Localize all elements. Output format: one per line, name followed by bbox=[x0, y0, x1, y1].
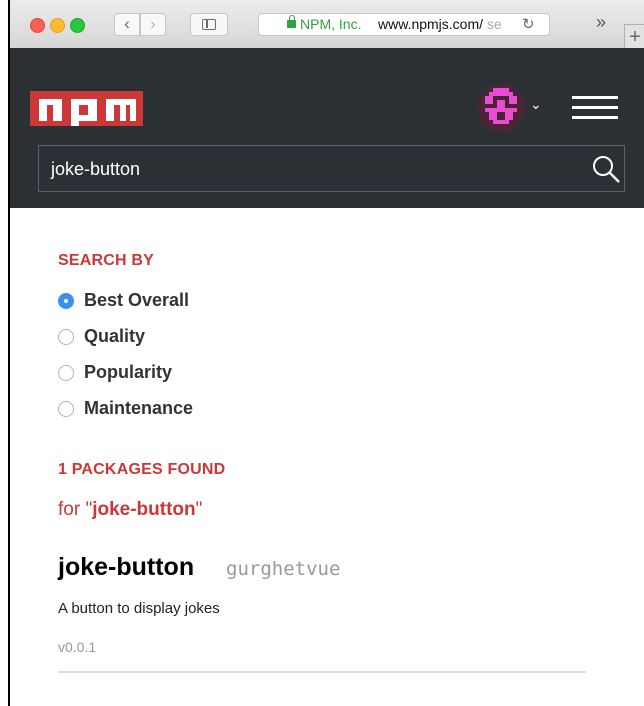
results-for-prefix: for " bbox=[58, 499, 93, 520]
hamburger-line bbox=[572, 106, 618, 109]
certificate-label: NPM, Inc. bbox=[300, 16, 362, 32]
hamburger-icon bbox=[572, 96, 618, 99]
radio-button[interactable] bbox=[58, 293, 74, 309]
results-count: 1 PACKAGES FOUND bbox=[58, 461, 226, 478]
address-bar[interactable]: NPM, Inc. www.npmjs.com/ se ↻ bbox=[258, 13, 550, 36]
npm-header: ⌄ joke-button bbox=[10, 48, 644, 208]
search-input-value: joke-button bbox=[51, 159, 141, 179]
menu-button[interactable] bbox=[572, 96, 618, 120]
package-name-link[interactable]: joke-button bbox=[58, 553, 194, 582]
url-path: se bbox=[487, 16, 502, 32]
chevron-down-icon[interactable]: ⌄ bbox=[530, 96, 542, 113]
results-query: joke-button bbox=[92, 499, 196, 520]
results-for-suffix: " bbox=[195, 499, 203, 520]
radio-button[interactable] bbox=[58, 401, 74, 417]
npm-logo[interactable] bbox=[30, 91, 143, 126]
identicon-icon bbox=[477, 84, 525, 132]
hamburger-line bbox=[572, 116, 618, 119]
zoom-window-button[interactable] bbox=[70, 18, 85, 33]
forward-button[interactable]: › bbox=[140, 13, 166, 36]
reload-icon[interactable]: ↻ bbox=[522, 14, 535, 35]
url-host: www.npmjs.com/ bbox=[378, 16, 484, 32]
lock-icon bbox=[287, 15, 296, 28]
results-query-line: for "joke-button" bbox=[58, 499, 202, 521]
radio-button[interactable] bbox=[58, 329, 74, 345]
minimize-window-button[interactable] bbox=[50, 18, 65, 33]
divider bbox=[58, 671, 586, 673]
search-by-heading: SEARCH BY bbox=[58, 252, 155, 269]
package-description: A button to display jokes bbox=[58, 600, 220, 617]
search-option-label: Maintenance bbox=[84, 398, 194, 418]
new-tab-button[interactable]: + bbox=[624, 24, 644, 50]
user-avatar[interactable] bbox=[477, 84, 525, 132]
package-version: v0.0.1 bbox=[58, 639, 97, 655]
search-icon[interactable] bbox=[591, 154, 621, 184]
search-option-label: Best Overall bbox=[84, 290, 190, 310]
close-window-button[interactable] bbox=[30, 18, 45, 33]
package-author-link[interactable]: gurghetvue bbox=[226, 558, 340, 580]
search-results-page: SEARCH BY Best Overall Quality Popularit… bbox=[10, 208, 644, 706]
more-toolbar-button[interactable]: » bbox=[596, 12, 606, 33]
search-input[interactable]: joke-button bbox=[38, 145, 625, 192]
back-button[interactable]: ‹ bbox=[114, 13, 140, 36]
radio-button[interactable] bbox=[58, 365, 74, 381]
search-option-label: Popularity bbox=[84, 362, 173, 382]
search-option-label: Quality bbox=[84, 326, 146, 346]
sidebar-icon bbox=[202, 19, 216, 30]
browser-window: ‹ › NPM, Inc. www.npmjs.com/ se ↻ » + ⌄ … bbox=[8, 0, 644, 706]
sidebar-toggle-button[interactable] bbox=[190, 13, 228, 36]
browser-toolbar: ‹ › NPM, Inc. www.npmjs.com/ se ↻ » + bbox=[10, 0, 644, 50]
